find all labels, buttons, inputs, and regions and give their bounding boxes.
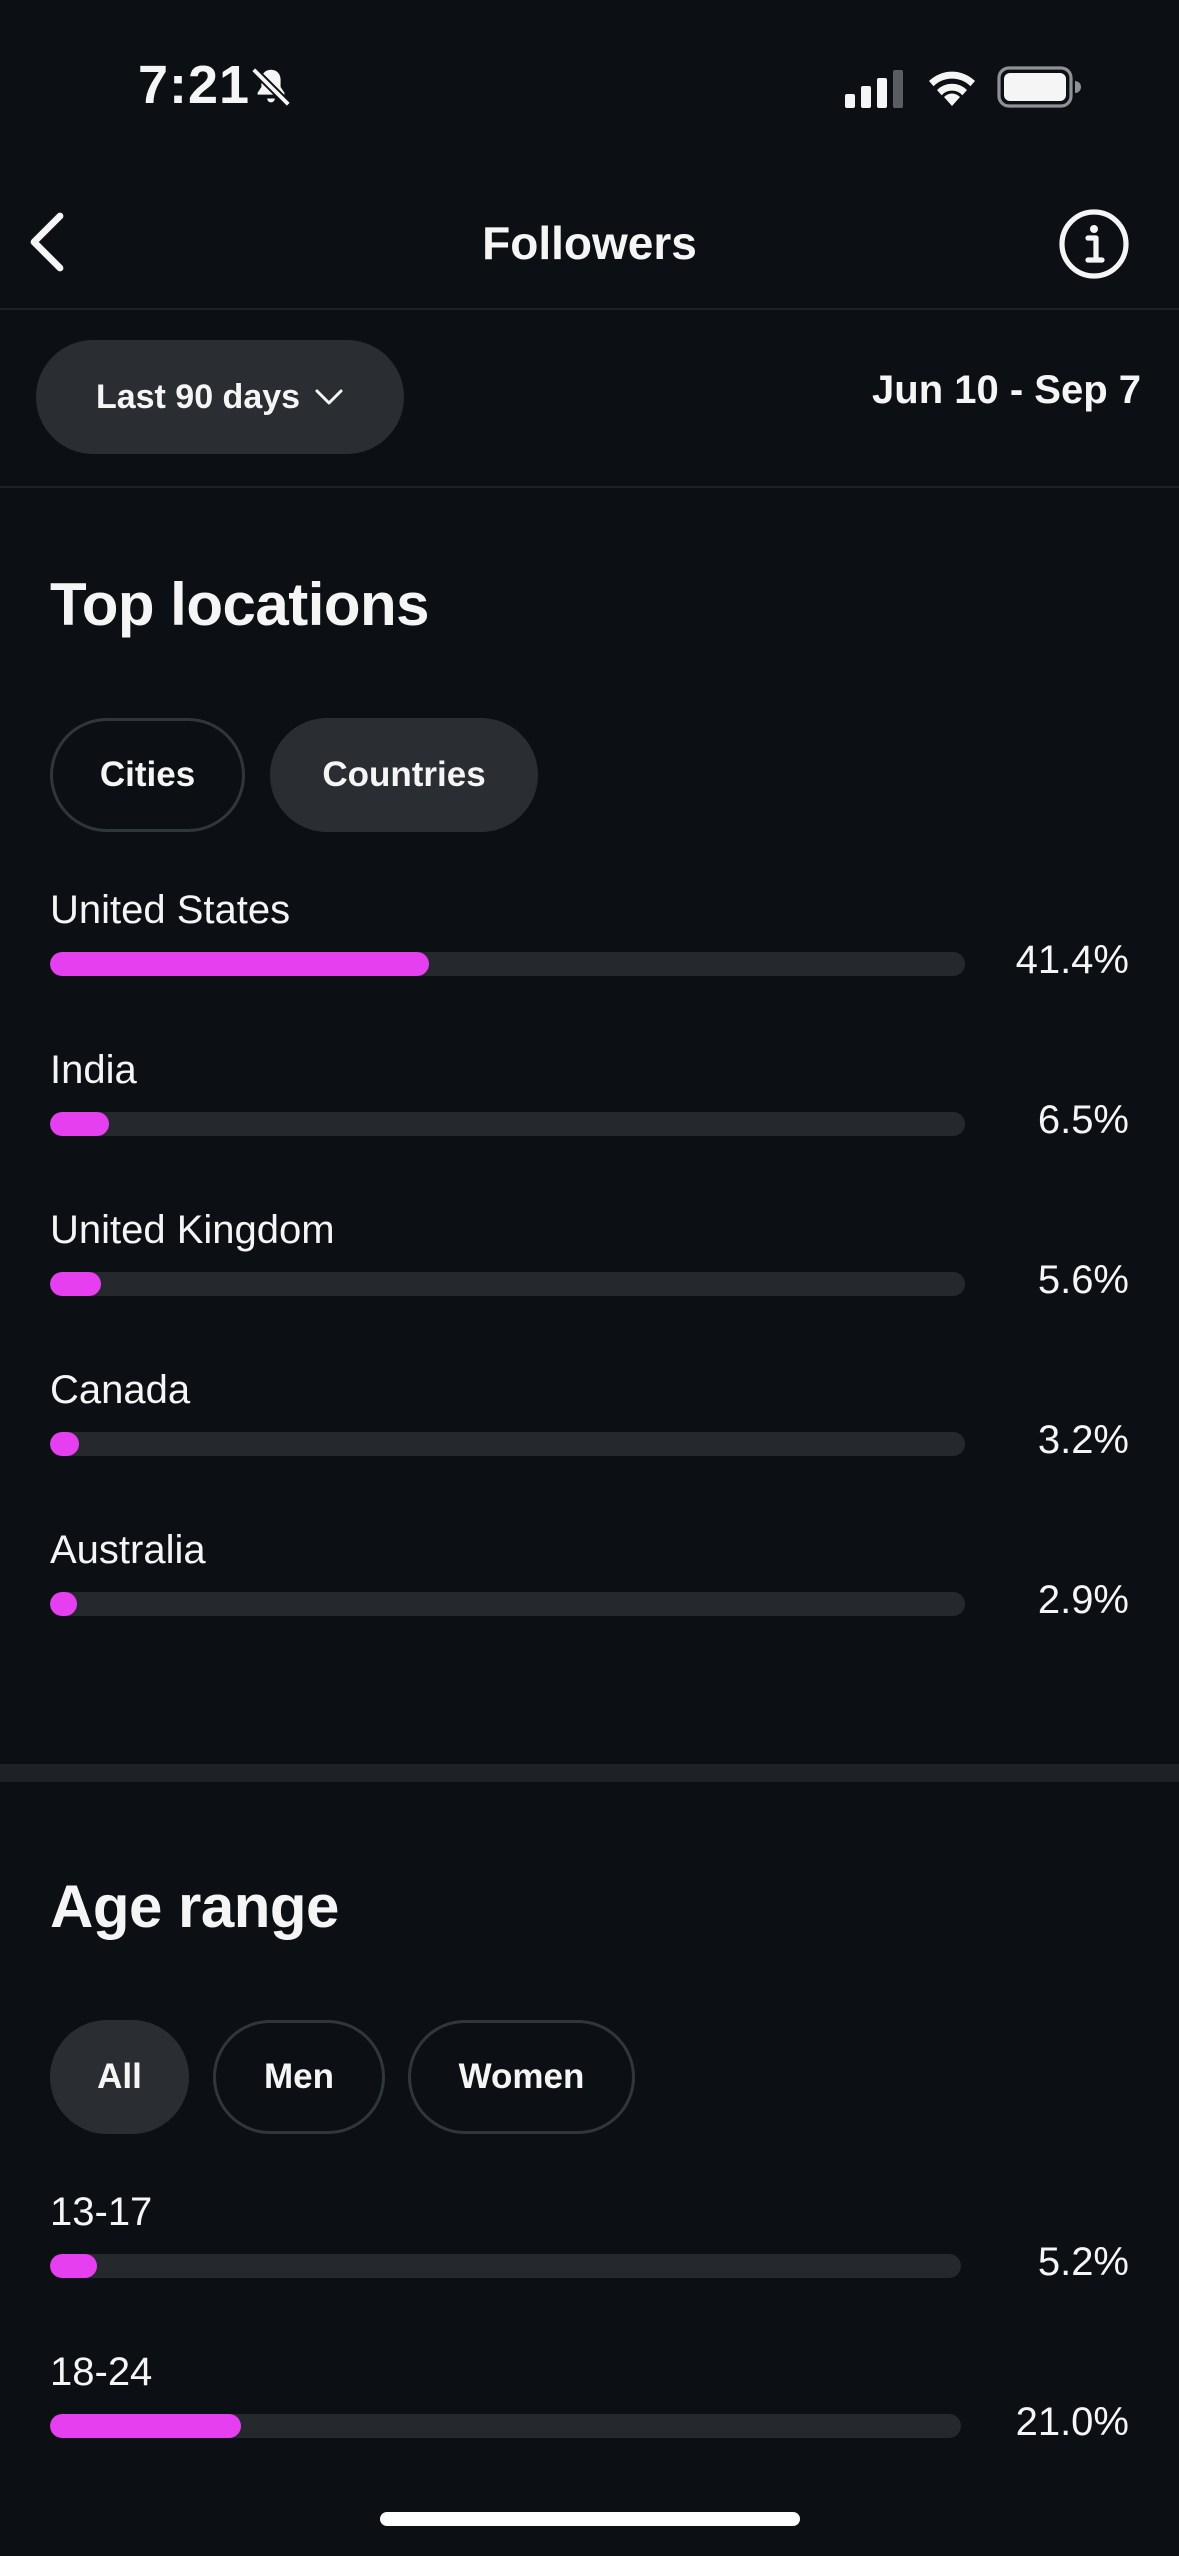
tab-cities[interactable]: Cities (50, 718, 245, 832)
cellular-signal-icon (845, 70, 903, 108)
location-percent: 5.6% (1037, 1258, 1129, 1302)
chevron-down-icon (315, 389, 343, 405)
nav-bar: Followers (0, 170, 1179, 310)
tab-all-label: All (97, 2057, 142, 2096)
bell-muted-icon (251, 67, 291, 107)
progress-fill (50, 2254, 98, 2278)
wifi-icon (929, 71, 975, 106)
location-name: United Kingdom (50, 1208, 335, 1252)
age-percent: 21.0% (1015, 2400, 1129, 2444)
location-percent: 3.2% (1037, 1418, 1129, 1462)
date-range-text: Jun 10 - Sep 7 (872, 368, 1141, 412)
battery-icon (997, 66, 1081, 108)
tab-cities-label: Cities (99, 755, 196, 794)
location-row: United Kingdom 5.6% (0, 1208, 1179, 1368)
age-percent: 5.2% (1037, 2240, 1129, 2284)
tab-men-label: Men (264, 2057, 334, 2096)
progress-track (50, 2254, 961, 2278)
location-percent: 6.5% (1037, 1098, 1129, 1142)
tab-men[interactable]: Men (213, 2020, 385, 2134)
age-range-title: Age range (50, 1873, 339, 1940)
progress-fill (50, 1272, 102, 1296)
section-divider (0, 1764, 1179, 1782)
location-name: India (50, 1048, 137, 1092)
age-label: 18-24 (50, 2350, 153, 2394)
top-locations-title: Top locations (50, 571, 430, 638)
status-time: 7:21 (138, 55, 251, 115)
progress-fill (50, 2414, 242, 2438)
progress-track (50, 1432, 965, 1456)
progress-track (50, 1272, 965, 1296)
progress-track (50, 952, 965, 976)
location-percent: 2.9% (1037, 1578, 1129, 1622)
date-filter-row: Last 90 days Jun 10 - Sep 7 (0, 308, 1179, 488)
location-percent: 41.4% (1015, 938, 1129, 982)
progress-fill (50, 1592, 77, 1616)
location-name: United States (50, 888, 291, 932)
location-row: India 6.5% (0, 1048, 1179, 1208)
location-name: Australia (50, 1528, 206, 1572)
tab-countries-label: Countries (322, 755, 486, 794)
progress-track (50, 1592, 965, 1616)
progress-fill (50, 1112, 110, 1136)
page-title: Followers (482, 217, 697, 269)
bottom-safe-area (0, 2455, 1179, 2556)
info-icon[interactable] (1058, 208, 1130, 280)
tab-all[interactable]: All (50, 2020, 189, 2134)
date-range-dropdown-label: Last 90 days (95, 377, 301, 416)
location-row: Australia 2.9% (0, 1528, 1179, 1688)
age-label: 13-17 (50, 2190, 153, 2234)
tab-countries[interactable]: Countries (270, 718, 538, 832)
location-row: Canada 3.2% (0, 1368, 1179, 1528)
progress-fill (50, 1432, 80, 1456)
progress-fill (50, 952, 429, 976)
date-range-dropdown[interactable]: Last 90 days (36, 340, 404, 454)
tab-women-label: Women (458, 2057, 585, 2096)
tab-women[interactable]: Women (408, 2020, 635, 2134)
progress-track (50, 2414, 961, 2438)
age-row: 13-17 5.2% (0, 2190, 1179, 2350)
location-name: Canada (50, 1368, 191, 1412)
location-row: United States 41.4% (0, 888, 1179, 1048)
progress-track (50, 1112, 965, 1136)
status-bar: 7:21 (0, 0, 1179, 170)
home-indicator[interactable] (380, 2512, 800, 2526)
